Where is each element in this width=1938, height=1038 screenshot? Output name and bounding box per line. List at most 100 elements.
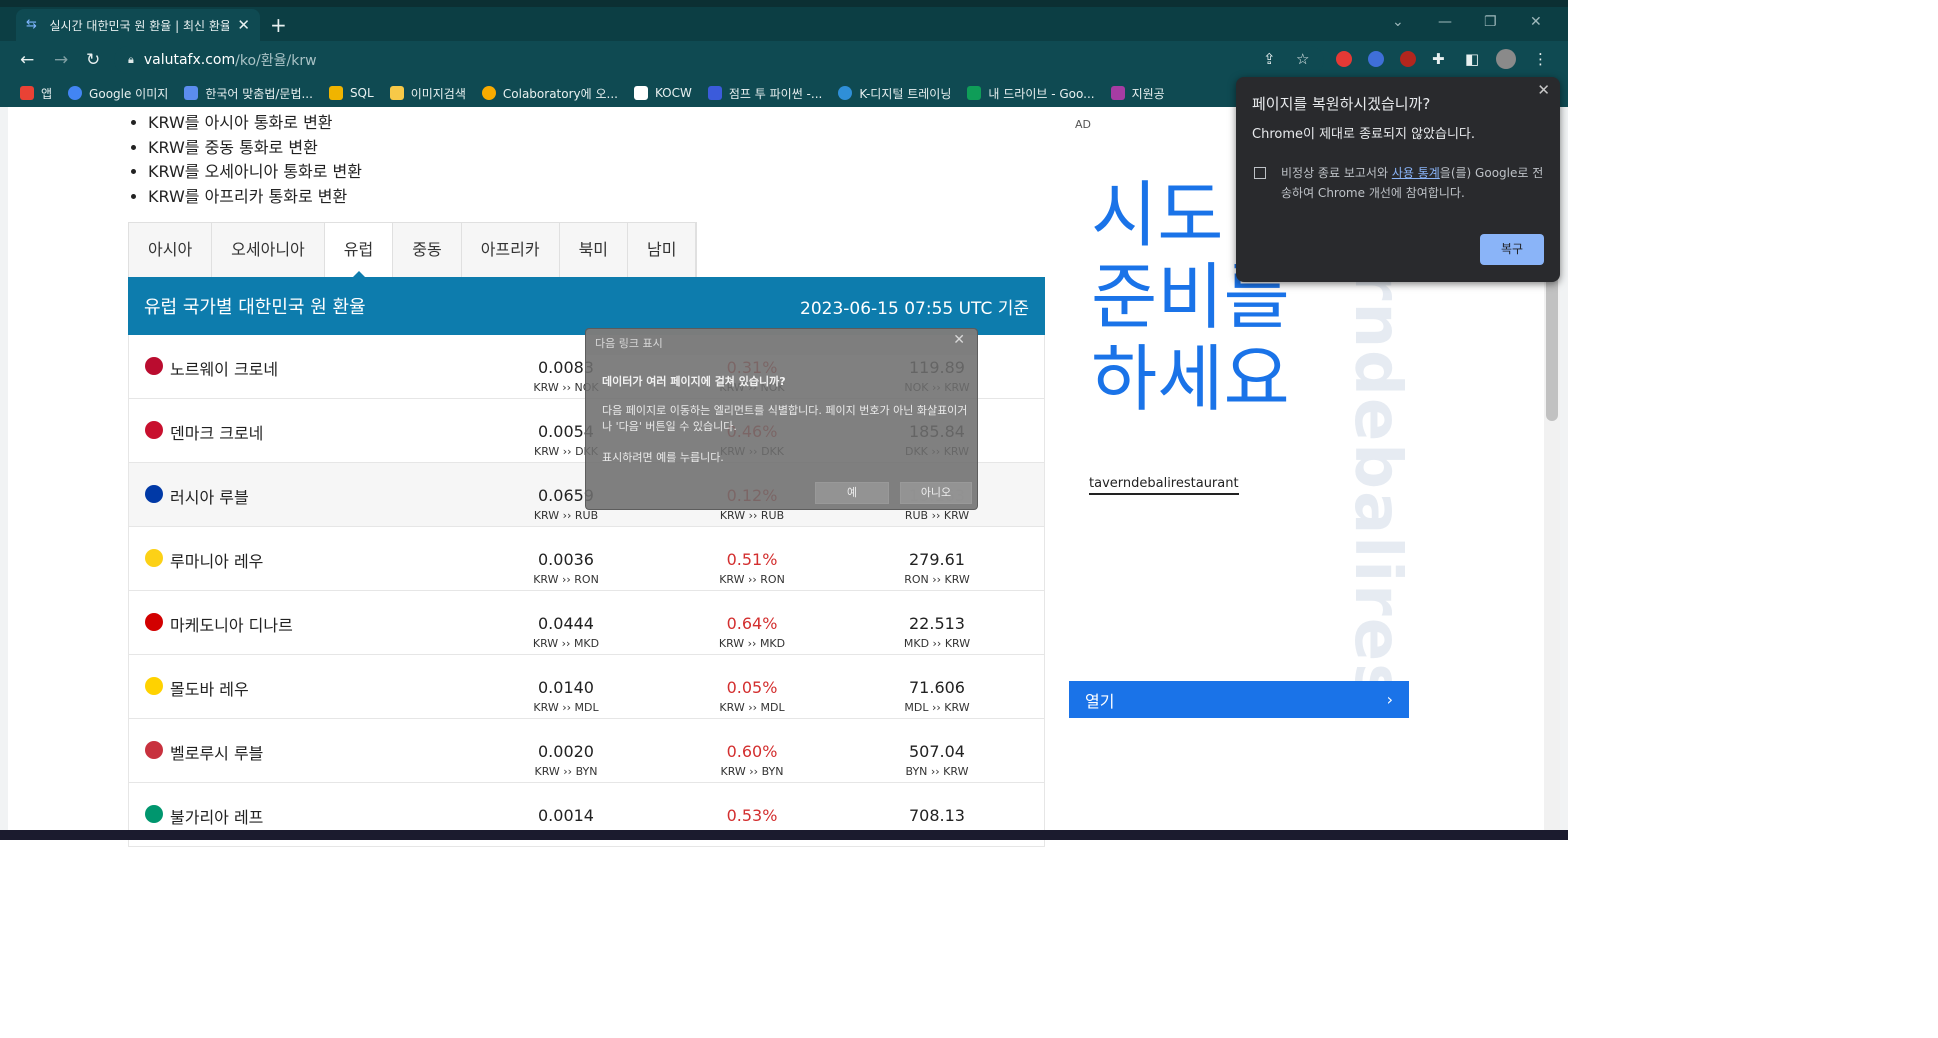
bookmark-label: Colaboratory에 오... xyxy=(502,86,618,101)
currency-name[interactable]: 몰도바 레우 xyxy=(170,676,249,700)
convert-link[interactable]: KRW를 중동 통화로 변환 xyxy=(148,136,362,161)
bookmark-google-images[interactable]: Google 이미지 xyxy=(68,85,168,102)
minimize-icon[interactable]: — xyxy=(1438,14,1452,30)
currency-name[interactable]: 루마니아 레우 xyxy=(170,548,263,572)
flag-icon xyxy=(145,741,163,759)
convert-link[interactable]: KRW를 아프리카 통화로 변환 xyxy=(148,185,362,210)
table-row[interactable]: 마케도니아 디나르 0.0444 KRW ›› MKD 0.64% KRW ›› MKD… xyxy=(129,591,1044,655)
restore-button[interactable]: 복구 xyxy=(1480,234,1544,265)
ad-brand[interactable]: taverndebalirestaurant xyxy=(1089,476,1239,495)
inverse-cell[interactable]: 22.513 MKD ›› KRW xyxy=(867,614,1007,651)
bookmark-sql[interactable]: SQL xyxy=(328,86,374,100)
currency-name[interactable]: 불가리아 레프 xyxy=(170,804,263,828)
table-row[interactable]: 몰도바 레우 0.0140 KRW ›› MDL 0.05% KRW ›› MDL 71.… xyxy=(129,655,1044,719)
rate-cell[interactable]: 0.0020 KRW ›› BYN xyxy=(496,742,636,779)
change-value: 0.60% xyxy=(726,742,778,761)
extensions-puzzle-icon[interactable]: ✚ xyxy=(1432,50,1445,68)
bookmark-star-icon[interactable]: ☆ xyxy=(1296,50,1309,68)
table-row[interactable]: 루마니아 레우 0.0036 KRW ›› RON 0.51% KRW ›› RON 27… xyxy=(129,527,1044,591)
extension-hand-icon[interactable] xyxy=(1336,51,1352,67)
inverse-cell[interactable]: 507.04 BYN ›› KRW xyxy=(867,743,1007,779)
share-icon[interactable]: ⇪ xyxy=(1263,50,1276,68)
taskbar xyxy=(0,830,1568,840)
new-tab-button[interactable]: + xyxy=(270,13,287,37)
close-tab-icon[interactable]: ✕ xyxy=(237,16,250,34)
change-pair: KRW ›› MKD xyxy=(718,637,786,650)
yes-button[interactable]: 예 xyxy=(815,482,889,504)
tab-middle-east[interactable]: 중동 xyxy=(393,223,462,277)
bookmark-kocw[interactable]: KOCW xyxy=(633,86,692,100)
close-icon[interactable]: ✕ xyxy=(1537,81,1550,99)
tab-south-america[interactable]: 남미 xyxy=(628,223,697,277)
table-row[interactable]: 벨로루시 루블 0.0020 KRW ›› BYN 0.60% KRW ›› BYN 50… xyxy=(129,719,1044,783)
reload-icon[interactable]: ↻ xyxy=(86,50,100,70)
tab-europe[interactable]: 유럽 xyxy=(324,223,394,278)
no-button[interactable]: 아니오 xyxy=(900,482,972,504)
ad-open-button[interactable]: 열기 › xyxy=(1069,681,1409,718)
bookmark-label: 한국어 맞춤법/문법... xyxy=(205,86,313,101)
close-window-icon[interactable]: ✕ xyxy=(1530,14,1542,30)
bookmark-support[interactable]: 지원공 xyxy=(1110,85,1165,102)
bookmark-k-digital[interactable]: K-디지털 트레이닝 xyxy=(838,85,951,102)
sql-icon xyxy=(328,86,343,100)
tab-africa[interactable]: 아프리카 xyxy=(462,223,560,277)
usage-stats-link[interactable]: 사용 통계 xyxy=(1392,166,1440,180)
bookmark-label: KOCW xyxy=(654,86,692,100)
inverse-cell[interactable]: 279.61 RON ›› KRW xyxy=(867,550,1007,587)
ad-headline-line: 하세요 xyxy=(1091,337,1290,421)
rate-cell[interactable]: 0.0140 KRW ›› MDL xyxy=(496,679,636,715)
colab-icon xyxy=(481,86,496,100)
address-bar[interactable]: 🔒︎ valutafx.com/ko/환율/krw xyxy=(114,46,1324,74)
bookmark-google-drive[interactable]: 내 드라이브 - Goo... xyxy=(967,85,1095,102)
menu-kebab-icon[interactable]: ⋮ xyxy=(1533,50,1548,68)
dialog-question: 데이터가 여러 페이지에 걸쳐 있습니까? xyxy=(602,375,786,388)
currency-name[interactable]: 러시아 루블 xyxy=(170,484,249,508)
tab-search-icon[interactable]: ⌄ xyxy=(1392,14,1404,30)
dialog-body: 다음 페이지로 이동하는 엘리먼트를 식별합니다. 페이지 번호가 아닌 화살표… xyxy=(602,404,968,433)
bookmark-jump-to-python[interactable]: 점프 투 파이썬 -... xyxy=(707,85,822,102)
bookmark-label: Google 이미지 xyxy=(89,86,169,101)
inverse-value: 279.61 xyxy=(909,550,965,569)
bookmark-label: K-디지털 트레이닝 xyxy=(859,86,952,101)
change-cell: 0.60% KRW ›› BYN xyxy=(682,742,822,779)
tab-asia[interactable]: 아시아 xyxy=(129,223,213,277)
inverse-value: 22.513 xyxy=(909,614,965,633)
restore-pages-popup: ✕ 페이지를 복원하시겠습니까? Chrome이 제대로 종료되지 않았습니다.… xyxy=(1236,77,1560,282)
convert-link[interactable]: KRW를 오세아니아 통화로 변환 xyxy=(148,160,362,185)
tab-north-america[interactable]: 북미 xyxy=(560,223,629,277)
profile-avatar[interactable] xyxy=(1496,49,1516,69)
rate-pair: KRW ›› BYN xyxy=(534,765,598,778)
tab-title: 실시간 대한민국 원 환율 | 최신 환율 xyxy=(49,18,230,33)
ad-label: AD xyxy=(1075,118,1091,131)
bookmark-apps[interactable]: 앱 xyxy=(20,85,52,102)
currency-name[interactable]: 덴마크 크로네 xyxy=(170,420,263,444)
convert-link[interactable]: KRW를 아시아 통화로 변환 xyxy=(148,111,362,136)
extension-chrome-icon[interactable] xyxy=(1368,51,1384,67)
currency-name[interactable]: 마케도니아 디나르 xyxy=(170,612,293,636)
k-icon xyxy=(1110,86,1125,100)
rate-value: 0.0036 xyxy=(538,550,594,569)
checkbox-text-pre: 비정상 종료 보고서와 xyxy=(1281,166,1392,180)
back-icon[interactable]: ← xyxy=(20,50,34,70)
bookmark-spellcheck[interactable]: 한국어 맞춤법/문법... xyxy=(184,85,313,102)
bookmark-label: SQL xyxy=(349,86,374,100)
flag-icon xyxy=(145,549,163,567)
currency-name[interactable]: 노르웨이 크로네 xyxy=(170,356,278,380)
currency-name[interactable]: 벨로루시 루블 xyxy=(170,740,263,764)
side-panel-icon[interactable]: ◧ xyxy=(1465,50,1479,68)
rate-value: 0.0020 xyxy=(538,742,594,761)
rate-cell[interactable]: 0.0036 KRW ›› RON xyxy=(496,550,636,587)
lock-icon: 🔒︎ xyxy=(128,53,134,66)
restore-window-icon[interactable]: ❐ xyxy=(1484,14,1497,30)
forward-icon[interactable]: → xyxy=(54,50,68,70)
bookmark-colab[interactable]: Colaboratory에 오... xyxy=(481,85,618,102)
close-icon[interactable]: ✕ xyxy=(953,332,965,348)
rate-cell[interactable]: 0.0444 KRW ›› MKD xyxy=(496,615,636,651)
browser-tab[interactable]: ⇆ 실시간 대한민국 원 환율 | 최신 환율 ✕ xyxy=(16,9,260,41)
bookmark-image-search[interactable]: 이미지검색 xyxy=(389,85,466,102)
usage-stats-checkbox[interactable] xyxy=(1254,167,1266,179)
extension-record-icon[interactable] xyxy=(1400,51,1416,67)
change-value: 0.53% xyxy=(726,806,778,825)
inverse-cell[interactable]: 71.606 MDL ›› KRW xyxy=(867,679,1007,715)
tab-oceania[interactable]: 오세아니아 xyxy=(212,223,325,277)
